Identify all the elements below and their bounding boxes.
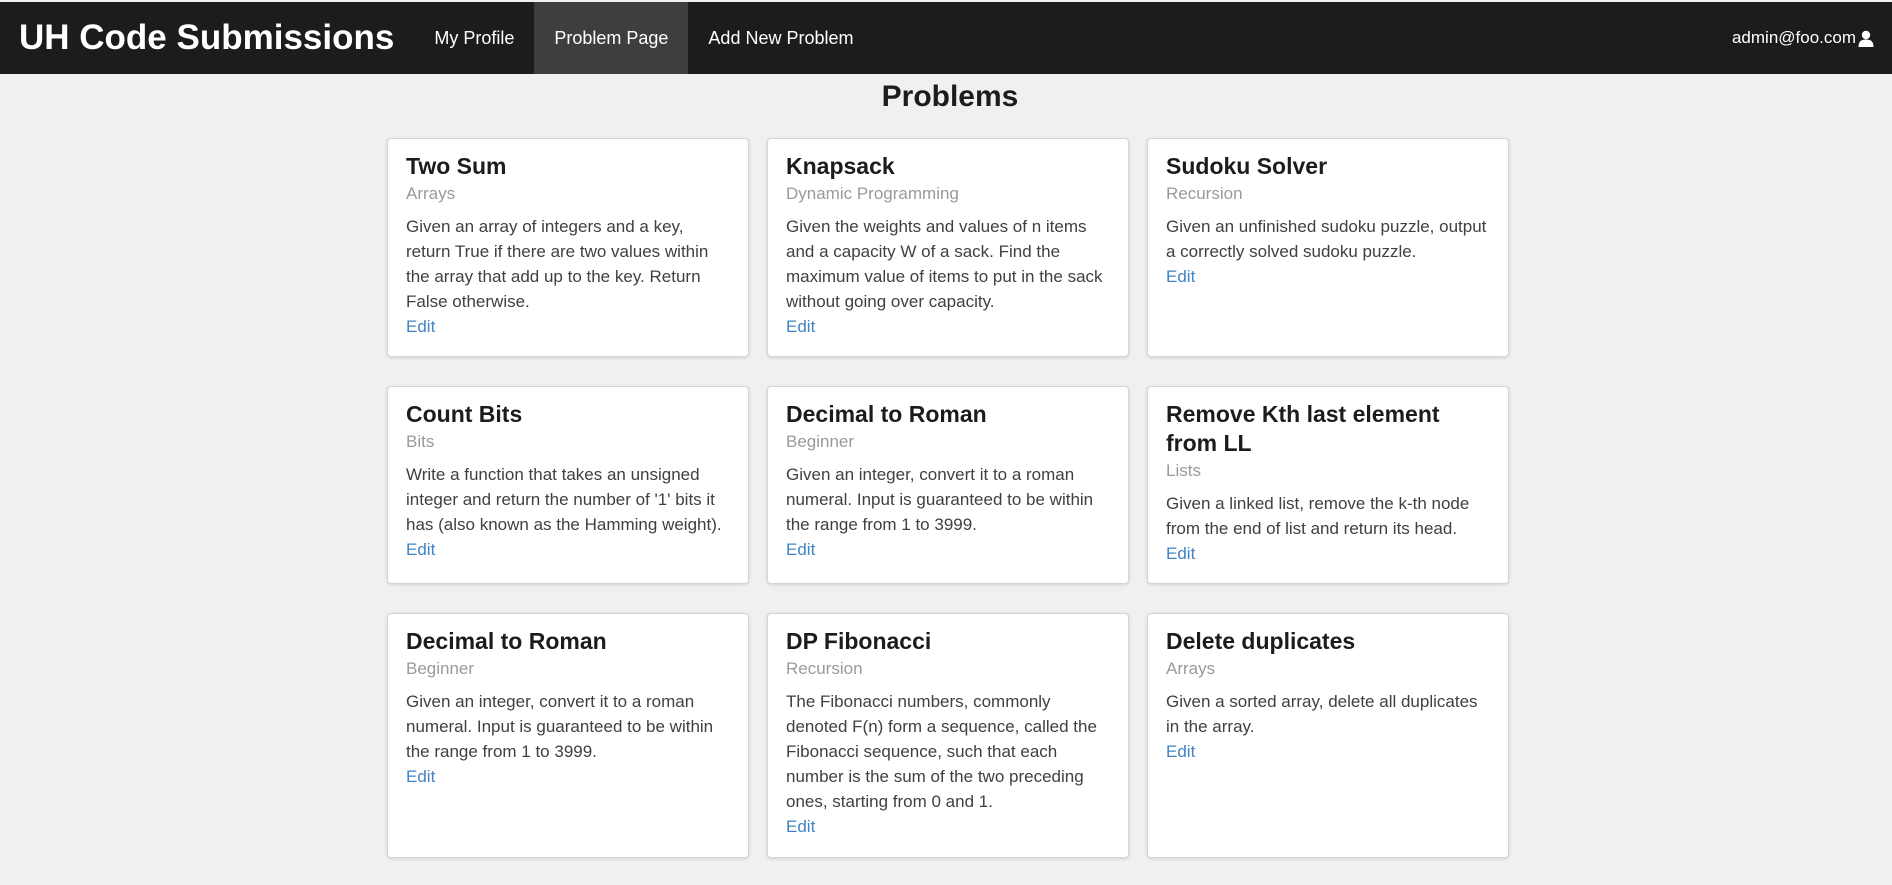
problem-description: Given an unfinished sudoku puzzle, outpu…: [1166, 217, 1487, 261]
edit-link[interactable]: Edit: [406, 764, 435, 789]
problem-card: DP Fibonacci Recursion The Fibonacci num…: [767, 613, 1129, 858]
problem-card: Two Sum Arrays Given an array of integer…: [387, 138, 749, 357]
nav-add-new-problem[interactable]: Add New Problem: [688, 2, 873, 74]
problem-category: Dynamic Programming: [786, 184, 959, 203]
problem-card: Remove Kth last element from LL Lists Gi…: [1147, 386, 1509, 584]
problem-title: DP Fibonacci: [786, 628, 932, 654]
problem-description: Given an array of integers and a key, re…: [406, 217, 709, 311]
problem-title: Remove Kth last element from LL: [1166, 401, 1440, 456]
problem-description: Given an integer, convert it to a roman …: [786, 465, 1094, 534]
brand-title[interactable]: UH Code Submissions: [0, 2, 414, 74]
page-title: Problems: [881, 80, 1019, 113]
problem-card: Delete duplicates Arrays Given a sorted …: [1147, 613, 1509, 858]
problem-title: Count Bits: [406, 401, 523, 427]
user-email: admin@foo.com: [1731, 28, 1856, 47]
problem-card: Knapsack Dynamic Programming Given the w…: [767, 138, 1129, 357]
problem-title: Decimal to Roman: [786, 401, 987, 427]
problem-category: Beginner: [786, 432, 855, 451]
problem-category: Bits: [406, 432, 435, 451]
problem-category: Recursion: [786, 659, 863, 678]
problem-title: Two Sum: [406, 153, 507, 179]
edit-link[interactable]: Edit: [1166, 264, 1195, 289]
edit-link[interactable]: Edit: [406, 314, 435, 339]
edit-link[interactable]: Edit: [1166, 739, 1195, 764]
edit-link[interactable]: Edit: [786, 814, 815, 839]
problem-category: Arrays: [406, 184, 456, 203]
problem-description: The Fibonacci numbers, commonly denoted …: [786, 692, 1097, 811]
problem-category: Recursion: [1166, 184, 1243, 203]
top-navbar: UH Code Submissions My Profile Problem P…: [0, 2, 1892, 74]
problem-description: Given a sorted array, delete all duplica…: [1166, 692, 1478, 736]
problem-description: Given a linked list, remove the k-th nod…: [1166, 494, 1470, 538]
edit-link[interactable]: Edit: [1166, 541, 1195, 566]
problem-category: Beginner: [406, 659, 475, 678]
problem-category: Lists: [1166, 461, 1201, 480]
nav-problem-page[interactable]: Problem Page: [534, 2, 689, 74]
problem-title: Decimal to Roman: [406, 628, 607, 654]
problem-category: Arrays: [1166, 659, 1216, 678]
user-menu[interactable]: admin@foo.com: [1732, 28, 1892, 48]
edit-link[interactable]: Edit: [786, 314, 815, 339]
problem-card: Count Bits Bits Write a function that ta…: [387, 386, 749, 584]
problem-title: Knapsack: [786, 153, 895, 179]
edit-link[interactable]: Edit: [406, 537, 435, 562]
problem-title: Sudoku Solver: [1166, 153, 1328, 179]
user-icon: [1858, 30, 1874, 47]
problem-description: Given the weights and values of n items …: [786, 217, 1103, 311]
nav-my-profile[interactable]: My Profile: [414, 2, 534, 74]
problem-description: Given an integer, convert it to a roman …: [406, 692, 714, 761]
problem-description: Write a function that takes an unsigned …: [406, 465, 722, 534]
problem-card: Decimal to Roman Beginner Given an integ…: [767, 386, 1129, 584]
problem-card: Sudoku Solver Recursion Given an unfinis…: [1147, 138, 1509, 357]
problem-card: Decimal to Roman Beginner Given an integ…: [387, 613, 749, 858]
problem-title: Delete duplicates: [1166, 628, 1356, 654]
edit-link[interactable]: Edit: [786, 537, 815, 562]
